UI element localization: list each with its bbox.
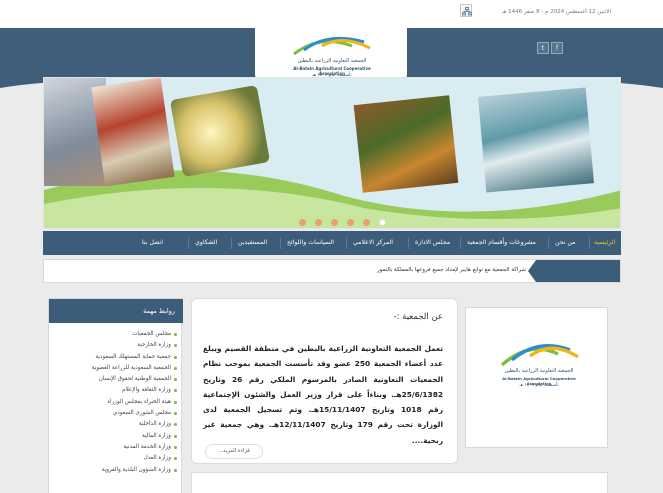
nav-item-policies[interactable]: السياسات واللوائح [287, 231, 334, 255]
link-item[interactable]: وزارة الثقافة والإعلام [47, 385, 181, 396]
facebook-button[interactable]: f [551, 42, 563, 54]
logo-established: تأسست عام ١٤٠٧ هـ [519, 383, 559, 388]
important-links-panel: روابط مهمة مجلس الجمعيات وزارة الخارجية … [47, 298, 183, 493]
read-more-button[interactable]: قراءة المزيد... [205, 444, 263, 459]
main-navigation: الرئيسية من نحن مشروعات وأقسام الجمعية م… [43, 231, 621, 255]
link-item[interactable]: الجمعية الوطنية لحقوق الإنسان [47, 374, 181, 385]
facebook-icon: f [555, 44, 559, 52]
hero-slider[interactable] [43, 77, 621, 229]
link-item[interactable]: وزارة الداخلية [47, 419, 181, 430]
link-item[interactable]: مجلس الجمعيات [47, 329, 181, 340]
logo-arabic-name: الجمعية التعاونية الزراعية بالبطين [297, 58, 367, 64]
news-ticker: شراكة الجمعية مع توابع هايبر لإمداد جميع… [43, 259, 621, 283]
nav-item-about[interactable]: من نحن [555, 231, 575, 255]
logo-arcs-icon [500, 344, 579, 367]
slide-photo-date-palm [353, 95, 459, 193]
slide-photo-factory-worker [478, 87, 594, 193]
about-text: تعمل الجمعية التعاونية الزراعية بالبطين … [203, 344, 443, 445]
nav-item-contact[interactable]: اتصل بنا [142, 231, 163, 255]
links-list: مجلس الجمعيات وزارة الخارجية جمعية حماية… [47, 329, 181, 476]
nav-divider [589, 237, 590, 249]
nav-item-complaints[interactable]: الشكاوي [195, 231, 217, 255]
slider-dot[interactable] [299, 219, 306, 226]
current-date: الاثنين 12 أغسطس 2024 م - 8 صفر 1446 هـ [501, 9, 611, 15]
nav-item-board[interactable]: مجلس الادارة [415, 231, 450, 255]
nav-divider [188, 237, 189, 249]
about-section: عن الجمعية :- تعمل الجمعية التعاونية الز… [191, 298, 458, 464]
nav-divider [548, 237, 549, 249]
links-title: روابط مهمة [143, 307, 175, 315]
twitter-button[interactable]: t [537, 42, 549, 54]
nav-divider [460, 237, 461, 249]
link-item[interactable]: مجلس الشورى السعودي [47, 408, 181, 419]
nav-divider [280, 237, 281, 249]
nav-divider [408, 237, 409, 249]
bottom-panel [191, 472, 608, 493]
link-item[interactable]: وزارة العدل [47, 453, 181, 464]
sitemap-icon [462, 7, 472, 16]
link-item[interactable]: وزارة الخارجية [47, 340, 181, 351]
nav-item-home[interactable]: الرئيسية [594, 231, 615, 255]
sitemap-button[interactable] [460, 4, 472, 17]
nav-item-beneficiaries[interactable]: المستفيدين [238, 231, 267, 255]
logo-arabic-name: الجمعية التعاونية الزراعية بالبطين [504, 368, 574, 374]
twitter-icon: t [541, 44, 545, 52]
link-item[interactable]: جمعية حماية المستهلك السعودية [47, 352, 181, 363]
link-item[interactable]: وزارة الخدمة المدنية [47, 442, 181, 453]
link-item[interactable]: هيئة الخبراء بمجلس الوزراء [47, 397, 181, 408]
ticker-headline[interactable]: شراكة الجمعية مع توابع هايبر لإمداد جميع… [377, 267, 526, 273]
link-item[interactable]: وزارة الشؤون البلدية والقروية [47, 465, 181, 476]
nav-item-media-center[interactable]: المركز الاعلامي [353, 231, 393, 255]
link-item[interactable]: الجمعية السعودية للزراعة العضوية [47, 363, 181, 374]
slide-photo-cans [91, 78, 175, 187]
nav-item-projects[interactable]: مشروعات وأقسام الجمعية [467, 231, 536, 255]
link-item[interactable]: وزارة المالية [47, 431, 181, 442]
ticker-label [528, 260, 620, 282]
association-logo: الجمعية التعاونية الزراعية بالبطين Al-Ba… [496, 338, 582, 408]
about-title: عن الجمعية :- [393, 312, 443, 322]
slide-photo-dates-tray [169, 84, 271, 178]
nav-divider [346, 237, 347, 249]
association-logo-card: الجمعية التعاونية الزراعية بالبطين Al-Ba… [465, 307, 608, 448]
slider-dots [299, 211, 390, 226]
nav-divider [231, 237, 232, 249]
links-header: روابط مهمة [49, 299, 183, 323]
logo-arcs-icon [293, 36, 371, 56]
